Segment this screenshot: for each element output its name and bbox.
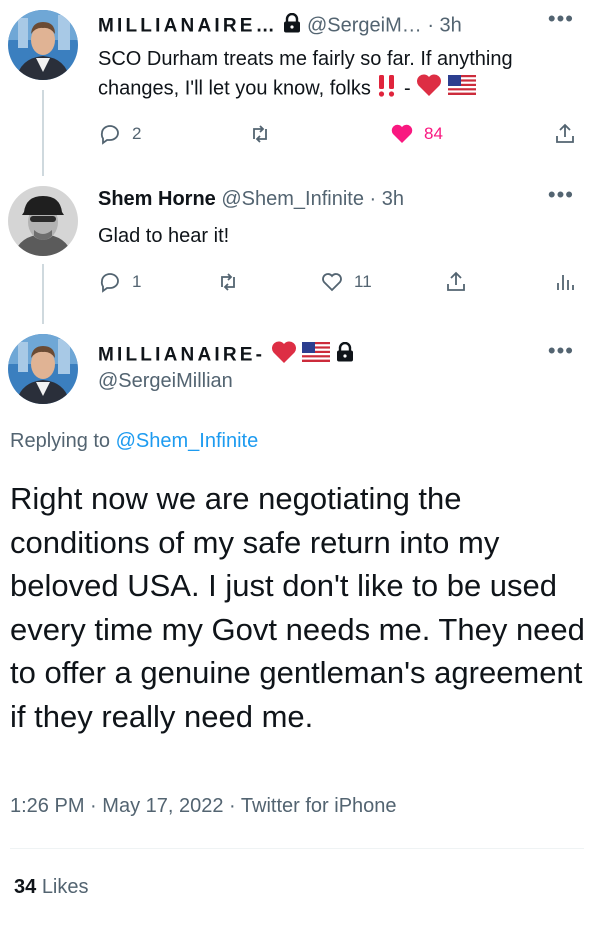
tweet-header: MILLIANAIRE… @SergeiM… · 3h: [98, 12, 462, 39]
divider: [10, 848, 584, 849]
share-icon: [556, 123, 574, 143]
like-count: 84: [424, 124, 443, 143]
lock-icon: [283, 12, 301, 39]
analytics-icon: [557, 275, 574, 290]
reply-icon: [100, 125, 119, 145]
us-flag-emoji: [302, 342, 331, 368]
heart-emoji: [271, 340, 297, 370]
like-icon: [391, 124, 413, 143]
tweet-text-line: SCO Durham treats me fairly so far. If a…: [98, 48, 513, 70]
likes-label: Likes: [41, 876, 89, 898]
retweet-button[interactable]: [216, 270, 240, 294]
tweet-actions: 2 84: [98, 122, 578, 150]
display-name[interactable]: MILLIANAIRE-: [98, 344, 265, 365]
display-name[interactable]: Shem Horne: [98, 188, 216, 210]
retweet-icon: [253, 125, 267, 143]
tweet-text-line: changes, I'll let you know, folks -: [98, 73, 578, 105]
replying-to-link[interactable]: @Shem_Infinite: [116, 430, 259, 452]
main-tweet-text: Right now we are negotiating the conditi…: [10, 481, 585, 734]
handle[interactable]: @Shem_Infinite: [221, 188, 364, 210]
heart-emoji: [416, 73, 442, 105]
reply-count: 1: [132, 272, 142, 291]
share-button[interactable]: [444, 270, 468, 294]
replying-to: Replying to @Shem_Infinite: [10, 430, 258, 453]
lock-icon: [336, 341, 354, 368]
timestamp[interactable]: · 3h: [370, 188, 404, 210]
tweet-header: MILLIANAIRE-: [98, 340, 354, 370]
analytics-button[interactable]: [553, 270, 577, 294]
retweet-button[interactable]: [248, 122, 272, 146]
more-icon[interactable]: •••: [548, 182, 574, 208]
like-count: 11: [354, 272, 372, 291]
thread-connector: [42, 90, 44, 176]
like-button[interactable]: 11: [320, 270, 372, 294]
separator: ·: [229, 795, 236, 817]
tweet-text-segment: -: [398, 77, 417, 100]
tweet-metadata: 1:26 PM · May 17, 2022 · Twitter for iPh…: [10, 795, 397, 818]
display-name[interactable]: MILLIANAIRE…: [98, 15, 278, 36]
likes-count: 34: [14, 876, 37, 898]
handle[interactable]: @SergeiM…: [307, 14, 422, 36]
avatar[interactable]: [8, 186, 78, 256]
tweet-text: Glad to hear it!: [98, 225, 230, 247]
reply-button[interactable]: 2: [98, 122, 141, 146]
tweet-text-segment: changes, I'll let you know, folks: [98, 77, 371, 100]
reply-icon: [100, 273, 119, 293]
reply-button[interactable]: 1: [98, 270, 141, 294]
more-icon[interactable]: •••: [548, 338, 574, 364]
timestamp[interactable]: · 3h: [427, 14, 461, 36]
replying-to-label: Replying to: [10, 430, 111, 452]
tweet-source[interactable]: Twitter for iPhone: [241, 795, 397, 817]
handle[interactable]: @SergeiMillian: [98, 370, 233, 393]
share-button[interactable]: [553, 122, 577, 146]
tweet-actions: 1 11: [98, 270, 578, 298]
tweet-time[interactable]: 1:26 PM: [10, 795, 84, 817]
us-flag-emoji: [447, 75, 476, 103]
tweet-header: Shem Horne @Shem_Infinite · 3h: [98, 188, 404, 211]
avatar[interactable]: [8, 334, 78, 404]
like-icon: [322, 273, 342, 292]
tweet-date[interactable]: May 17, 2022: [102, 795, 223, 817]
reply-count: 2: [132, 124, 142, 143]
like-button[interactable]: 84: [390, 122, 443, 146]
separator: ·: [90, 795, 97, 817]
tweet-text: SCO Durham treats me fairly so far. If a…: [98, 45, 578, 105]
thread-connector: [42, 264, 44, 324]
share-icon: [447, 271, 465, 291]
more-icon[interactable]: •••: [548, 6, 574, 32]
retweet-icon: [221, 273, 235, 291]
avatar[interactable]: [8, 10, 78, 80]
double-exclamation-emoji: [376, 73, 398, 105]
likes-summary[interactable]: 34 Likes: [14, 876, 89, 899]
